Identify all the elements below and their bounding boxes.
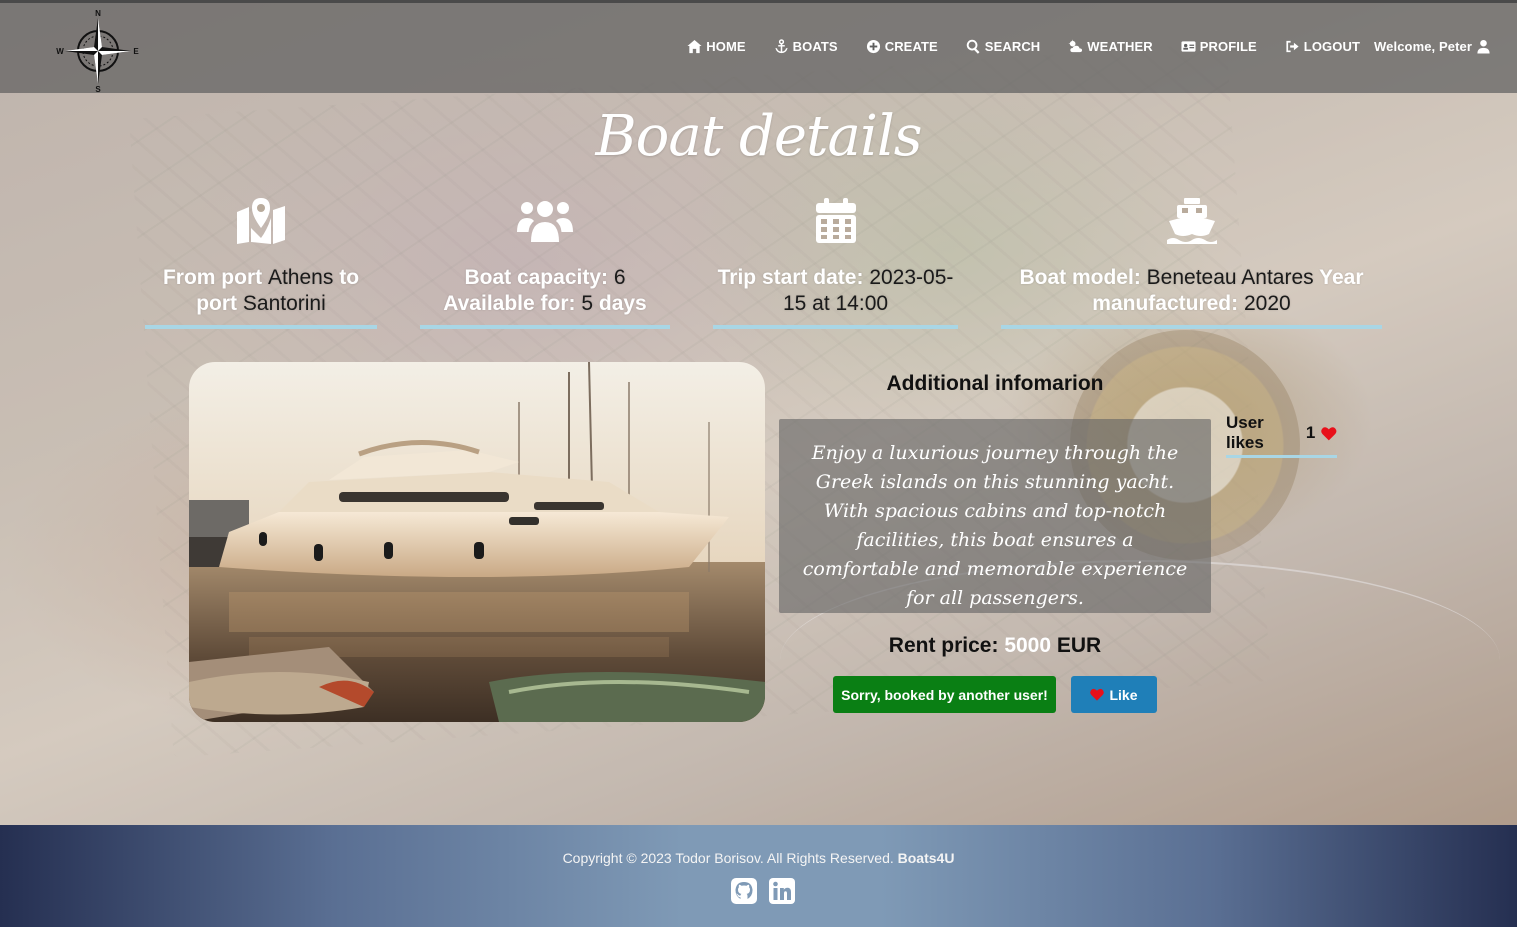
social-links [730,877,796,905]
available-value: 5 [581,292,594,315]
plus-circle-icon [866,39,880,54]
nav-logout-link[interactable]: LOGOUT [1285,39,1360,54]
nav-links: HOME BOATS CREATE SEARCH WEATHER PROFILE… [659,39,1491,54]
welcome-user-link[interactable]: Welcome, Peter [1374,39,1491,54]
route-card: From port Athens to port Santorini [145,198,377,329]
rent-price-currency: EUR [1056,634,1102,657]
ship-icon [1001,198,1382,249]
compass-letter-s: S [95,85,101,93]
booked-button-label: Sorry, booked by another user! [841,686,1048,703]
nav-home-link[interactable]: HOME [687,39,746,54]
welcome-label: Welcome, Peter [1374,39,1472,54]
nav-weather-label: WEATHER [1087,39,1153,54]
boat-description: Enjoy a luxurious journey through the Gr… [779,419,1211,613]
route-from-value: Athens [267,266,334,289]
nav-profile-label: PROFILE [1199,39,1257,54]
boat-model-label: Boat model: [1019,266,1141,289]
available-label: Available for: [443,292,576,315]
route-from-label: From port [162,266,263,289]
capacity-value: 6 [613,266,626,289]
nav-logout-label: LOGOUT [1303,39,1361,54]
footer: Copyright © 2023 Todor Borisov. All Righ… [0,825,1517,927]
compass-letter-e: E [133,47,139,56]
id-card-icon [1181,41,1196,52]
user-icon [1477,39,1490,54]
rent-price-label: Rent price: [888,634,999,657]
nav-search-label: SEARCH [984,39,1041,54]
nav-profile-link[interactable]: PROFILE [1181,39,1257,54]
users-icon [420,198,670,249]
trip-date-label: Trip start date: [717,266,864,289]
like-button-label: Like [1109,686,1138,703]
search-icon [966,39,980,54]
trip-date-card: Trip start date: 2023-05-15 at 14:00 [713,198,958,329]
nav-boats-label: BOATS [792,39,838,54]
capacity-label: Boat capacity: [464,266,608,289]
boat-photo [189,362,765,722]
heart-icon [1090,688,1105,701]
home-icon [687,39,702,54]
trip-time-value: 14:00 [835,292,889,315]
map-location-icon [145,198,377,249]
booked-button[interactable]: Sorry, booked by another user! [833,676,1056,713]
calendar-icon [713,198,958,249]
route-text: From port Athens to port Santorini [145,265,377,317]
brand-name: Boats4U [897,850,955,866]
likes-count: 1 [1305,423,1316,442]
capacity-text: Boat capacity: 6 Available for: 5 days [420,265,670,317]
nav-home-label: HOME [706,39,746,54]
anchor-icon [775,39,788,54]
boat-model-card: Boat model: Beneteau Antares Year manufa… [1001,198,1382,329]
like-button[interactable]: Like [1071,676,1157,713]
additional-info-title: Additional infomarion [886,372,1104,395]
likes-label: User likes [1226,413,1264,452]
compass-logo-icon[interactable]: N S W E [55,9,141,94]
nav-create-label: CREATE [884,39,938,54]
logout-icon [1286,40,1299,53]
user-likes: User likes 1 [1226,413,1337,458]
nav-weather-link[interactable]: WEATHER [1068,39,1153,54]
boat-model-value: Beneteau Antares [1146,266,1314,289]
compass-letter-n: N [95,9,101,18]
nav-boats-link[interactable]: BOATS [774,39,838,54]
boat-model-text: Boat model: Beneteau Antares Year manufa… [1001,265,1382,317]
nav-search-link[interactable]: SEARCH [966,39,1041,54]
capacity-card: Boat capacity: 6 Available for: 5 days [420,198,670,329]
page-title: Boat details [595,104,923,169]
heart-icon [1321,426,1337,440]
github-icon[interactable] [730,877,758,905]
trip-at-label: at [812,292,830,315]
available-unit: days [598,292,647,315]
compass-letter-w: W [56,47,64,56]
rent-price-value: 5000 [1004,634,1052,657]
nav-create-link[interactable]: CREATE [866,39,938,54]
navbar: N S W E HOME BOATS CREATE SEARCH WEATHER [0,0,1517,94]
route-to-value: Santorini [242,292,326,315]
cloud-sun-icon [1068,39,1083,53]
trip-date-text: Trip start date: 2023-05-15 at 14:00 [713,265,958,317]
boat-year-value: 2020 [1243,292,1291,315]
rent-price: Rent price: 5000 EUR [830,634,1160,658]
linkedin-icon[interactable] [768,877,796,905]
copyright-text: Copyright © 2023 Todor Borisov. All Righ… [0,850,1517,866]
copyright-label: Copyright © 2023 Todor Borisov. All Righ… [562,850,894,866]
